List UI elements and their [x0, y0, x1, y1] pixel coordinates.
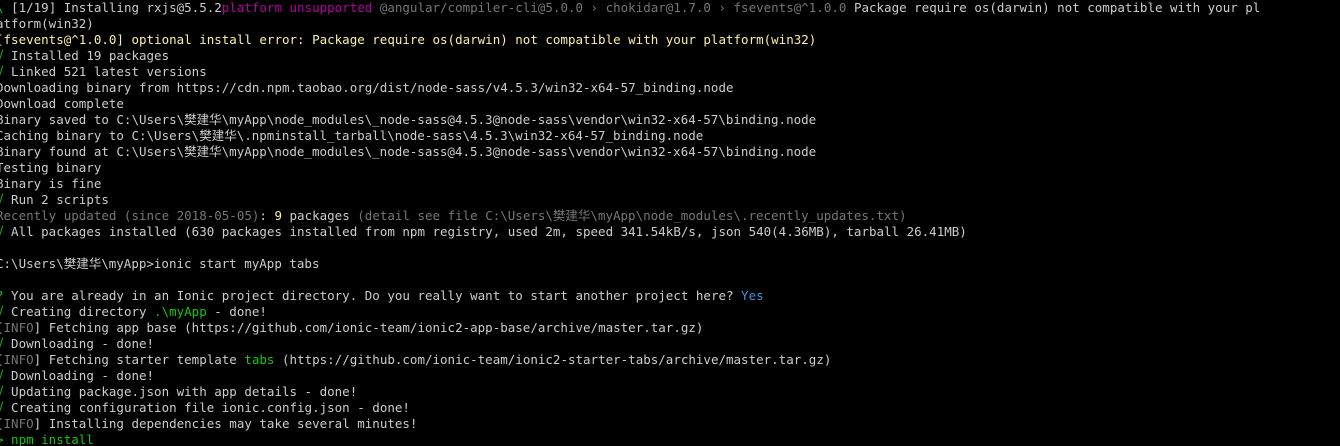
- terminal-line: √ All packages installed (630 packages i…: [0, 224, 1340, 240]
- terminal-line: Testing binary: [0, 160, 1340, 176]
- terminal-text: Run 2 scripts: [3, 192, 109, 207]
- terminal-line: √ Run 2 scripts: [0, 192, 1340, 208]
- terminal-line: > npm install: [0, 432, 1340, 446]
- terminal-line: √ Creating directory .\myApp - done!: [0, 304, 1340, 320]
- terminal-line: √ Downloading - done!: [0, 336, 1340, 352]
- terminal-line: [INFO] Fetching starter template tabs (h…: [0, 352, 1340, 368]
- terminal-text: Download complete: [0, 96, 124, 111]
- terminal-line: Download complete: [0, 96, 1340, 112]
- terminal-line: [INFO] Installing dependencies may take …: [0, 416, 1340, 432]
- terminal-text: - done!: [206, 304, 267, 319]
- terminal-text: Yes: [741, 288, 764, 303]
- terminal-line: √ Updating package.json with app details…: [0, 384, 1340, 400]
- terminal-output[interactable]: \ [1/19] Installing rxjs@5.5.2platform u…: [0, 0, 1340, 446]
- terminal-text: Binary found at C:\Users\樊建华\myApp\node_…: [0, 144, 817, 159]
- terminal-text: .\myApp: [154, 304, 207, 319]
- terminal-text: > npm install: [0, 432, 94, 446]
- terminal-line: Downloading binary from https://cdn.npm.…: [0, 80, 1340, 96]
- terminal-line: Binary is fine: [0, 176, 1340, 192]
- terminal-text: atform(win32): [0, 16, 94, 31]
- terminal-line: ? You are already in an Ionic project di…: [0, 288, 1340, 304]
- terminal-text: packages: [282, 208, 358, 223]
- terminal-line: √ Installed 19 packages: [0, 48, 1340, 64]
- terminal-text: Updating package.json with app details -…: [3, 384, 358, 399]
- terminal-line: [INFO] Fetching app base (https://github…: [0, 320, 1340, 336]
- terminal-text: Binary is fine: [0, 176, 102, 191]
- terminal-text: \: [0, 0, 11, 15]
- terminal-text: (https://github.com/ionic-team/ionic2-st…: [274, 352, 832, 367]
- terminal-text: All packages installed (630 packages ins…: [3, 224, 967, 239]
- terminal-line: [fsevents@^1.0.0] optional install error…: [0, 32, 1340, 48]
- terminal-text: Recently updated (since 2018-05-05): [0, 208, 260, 223]
- terminal-text: :: [259, 208, 275, 223]
- terminal-line: Binary saved to C:\Users\樊建华\myApp\node_…: [0, 112, 1340, 128]
- terminal-text: 9: [274, 208, 282, 223]
- terminal-text: [1/19] Installing rxjs@5.5.2: [11, 0, 222, 15]
- terminal-text: @angular/compiler-cli@5.0.0 › chokidar@1…: [372, 0, 847, 15]
- terminal-text: Testing binary: [0, 160, 102, 175]
- terminal-text: Downloading - done!: [3, 368, 155, 383]
- terminal-text: Linked 521 latest versions: [3, 64, 207, 79]
- terminal-line: \ [1/19] Installing rxjs@5.5.2platform u…: [0, 0, 1340, 16]
- terminal-text: ] Fetching app base (https://github.com/…: [33, 320, 704, 335]
- terminal-text: INFO: [3, 352, 34, 367]
- terminal-text: Downloading - done!: [3, 336, 155, 351]
- terminal-line: Binary found at C:\Users\樊建华\myApp\node_…: [0, 144, 1340, 160]
- terminal-text: You are already in an Ionic project dire…: [3, 288, 742, 303]
- terminal-text: Package require os(darwin) not compatibl…: [846, 0, 1261, 15]
- terminal-line: C:\Users\樊建华\myApp>ionic start myApp tab…: [0, 256, 1340, 272]
- terminal-text: (detail see file C:\Users\樊建华\myApp\node…: [357, 208, 907, 223]
- terminal-line: Caching binary to C:\Users\樊建华\.npminsta…: [0, 128, 1340, 144]
- terminal-line: √ Creating configuration file ionic.conf…: [0, 400, 1340, 416]
- terminal-line: √ Linked 521 latest versions: [0, 64, 1340, 80]
- terminal-text: INFO: [3, 320, 34, 335]
- terminal-text: Creating directory: [3, 304, 155, 319]
- terminal-line: Recently updated (since 2018-05-05): 9 p…: [0, 208, 1340, 224]
- terminal-text: platform unsupported: [221, 0, 373, 15]
- terminal-text: C:\Users\樊建华\myApp>ionic start myApp tab…: [0, 256, 320, 271]
- terminal-line: √ Downloading - done!: [0, 368, 1340, 384]
- terminal-text: Caching binary to C:\Users\樊建华\.npminsta…: [0, 128, 704, 143]
- terminal-text: Creating configuration file ionic.config…: [3, 400, 410, 415]
- terminal-text: INFO: [3, 416, 34, 431]
- terminal-text: Downloading binary from https://cdn.npm.…: [0, 80, 734, 95]
- terminal-text: tabs: [244, 352, 275, 367]
- terminal-text: [fsevents@^1.0.0] optional install error…: [0, 32, 817, 47]
- terminal-line: atform(win32): [0, 16, 1340, 32]
- terminal-text: ] Installing dependencies may take sever…: [33, 416, 418, 431]
- terminal-text: ] Fetching starter template: [33, 352, 245, 367]
- terminal-text: Installed 19 packages: [3, 48, 170, 63]
- terminal-text: Binary saved to C:\Users\樊建华\myApp\node_…: [0, 112, 817, 127]
